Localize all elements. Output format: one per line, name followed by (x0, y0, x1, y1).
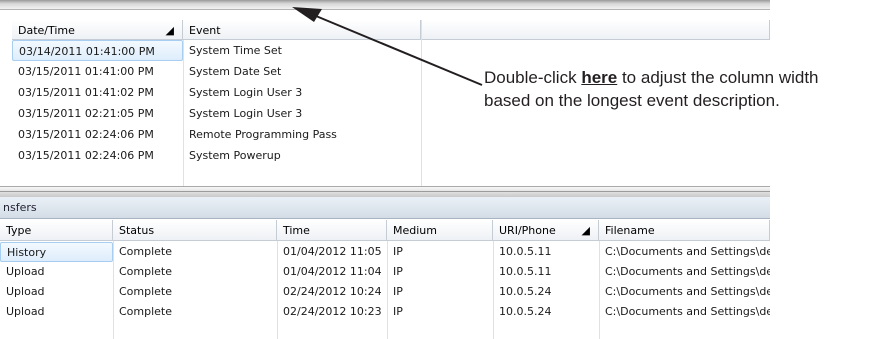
annotation-line-1: Double-click here to adjust the column w… (484, 66, 819, 89)
callout-arrow-icon (292, 7, 483, 86)
annotation-callout: Double-click here to adjust the column w… (484, 66, 819, 112)
annotation-text: to adjust the column width (617, 68, 819, 87)
annotation-line-2: based on the longest event description. (484, 91, 780, 110)
annotation-text: Double-click (484, 68, 582, 87)
annotation-here-link: here (581, 68, 618, 87)
